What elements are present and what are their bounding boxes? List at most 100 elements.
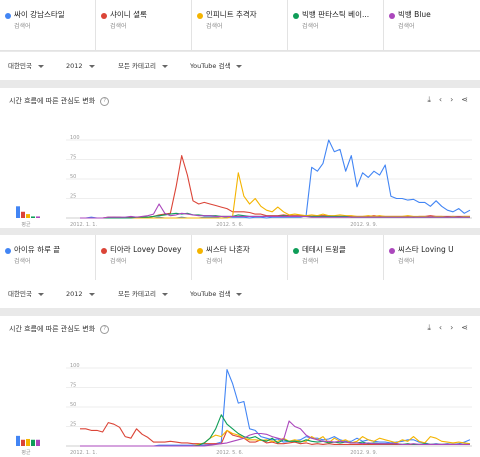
source-select[interactable]: YouTube 검색	[190, 280, 243, 308]
y-tick-label: 75	[70, 383, 76, 389]
chevron-down-icon	[37, 64, 44, 68]
interest-chart: 25 50 75 100 2012. 1. 1. 2012. 5. 6. 2012. 9. …	[16, 363, 472, 456]
average-bar	[31, 216, 35, 218]
term-card[interactable]: 빅뱅 판타스틱 베이... 검색어	[288, 0, 384, 50]
term-card[interactable]: 싸이 강남스타일 검색어	[0, 0, 96, 50]
series-color-dot	[293, 248, 299, 254]
term-name: 샤이니 셜록	[110, 10, 147, 19]
region-select[interactable]: 대한민국	[8, 280, 44, 308]
x-tick-label: 2012. 5. 6.	[216, 222, 243, 228]
term-card[interactable]: 인피니트 추격자 검색어	[192, 0, 288, 50]
interest-chart: 25 50 75 100 2012. 1. 1. 2012. 5. 6. 2012. 9. …	[16, 135, 472, 228]
term-name: 데테시 트윙클	[302, 245, 346, 254]
term-name: 인피니트 추격자	[206, 10, 257, 19]
term-name: 티아라 Lovey Dovey	[110, 245, 182, 254]
term-name: 아이유 하루 끝	[14, 245, 61, 254]
filter-bar-2: 대한민국 2012 모든 카테고리 YouTube 검색	[0, 280, 480, 308]
term-card[interactable]: 샤이니 셜록 검색어	[96, 0, 192, 50]
term-type: 검색어	[110, 258, 127, 265]
chevron-down-icon	[236, 64, 243, 68]
average-bar	[16, 435, 20, 446]
average-bar	[26, 438, 30, 446]
series-line	[80, 369, 471, 447]
year-value: 2012	[66, 290, 83, 298]
year-select[interactable]: 2012	[66, 280, 95, 308]
average-bar	[36, 439, 40, 446]
category-select[interactable]: 모든 카테고리	[118, 280, 168, 308]
term-name: 싸이 강남스타일	[14, 10, 65, 19]
year-select[interactable]: 2012	[66, 52, 95, 80]
term-card[interactable]: 아이유 하루 끝 검색어	[0, 235, 96, 285]
source-select[interactable]: YouTube 검색	[190, 52, 243, 80]
average-label: 평균	[21, 449, 31, 456]
term-type: 검색어	[398, 23, 415, 30]
series-color-dot	[101, 248, 107, 254]
source-value: YouTube 검색	[190, 62, 231, 70]
term-card[interactable]: 씨스타 나혼자 검색어	[192, 235, 288, 285]
y-tick-label: 100	[70, 135, 80, 141]
series-color-dot	[389, 248, 395, 254]
series-line	[80, 155, 470, 219]
category-value: 모든 카테고리	[118, 290, 156, 298]
term-type: 검색어	[206, 23, 223, 30]
chevron-down-icon	[37, 292, 44, 296]
category-select[interactable]: 모든 카테고리	[118, 52, 168, 80]
y-tick-label: 50	[70, 174, 76, 180]
y-tick-label: 50	[70, 402, 76, 408]
chevron-down-icon	[236, 292, 243, 296]
average-bar	[26, 214, 30, 218]
term-card[interactable]: 씨스타 Loving U 검색어	[384, 235, 480, 285]
interest-card-1: 시간 흐름에 따른 관심도 변화? ⤓‹›⋖ 25 50 75 100 2012. 1.…	[0, 88, 480, 228]
average-bar	[16, 206, 20, 218]
term-type: 검색어	[206, 258, 223, 265]
average-label: 평균	[21, 221, 31, 228]
x-tick-label: 2012. 5. 6.	[216, 450, 243, 456]
term-type: 검색어	[302, 258, 319, 265]
filter-bar-1: 대한민국 2012 모든 카테고리 YouTube 검색	[0, 52, 480, 80]
source-value: YouTube 검색	[190, 290, 231, 298]
series-color-dot	[197, 248, 203, 254]
region-select[interactable]: 대한민국	[8, 52, 44, 80]
chevron-down-icon	[88, 64, 95, 68]
x-tick-label: 2012. 9. 9.	[350, 450, 377, 456]
series-line	[80, 420, 470, 447]
x-tick-label: 2012. 1. 1.	[70, 450, 97, 456]
chevron-down-icon	[88, 292, 95, 296]
series-line	[80, 172, 470, 219]
term-bar-2: 아이유 하루 끝 검색어 티아라 Lovey Dovey 검색어 씨스타 나혼자…	[0, 235, 480, 286]
series-color-dot	[389, 13, 395, 19]
average-bar	[21, 211, 25, 218]
y-tick-label: 25	[70, 422, 76, 428]
chevron-down-icon	[161, 292, 168, 296]
category-value: 모든 카테고리	[118, 62, 156, 70]
term-card[interactable]: 빅뱅 Blue 검색어	[384, 0, 480, 50]
average-bar	[21, 439, 25, 446]
term-name: 빅뱅 판타스틱 베이...	[302, 10, 370, 19]
term-card[interactable]: 데테시 트윙클 검색어	[288, 235, 384, 285]
term-name: 씨스타 나혼자	[206, 245, 250, 254]
y-tick-label: 75	[70, 155, 76, 161]
term-bar-1: 싸이 강남스타일 검색어 샤이니 셜록 검색어 인피니트 추격자 검색어 빅뱅 …	[0, 0, 480, 51]
average-bar	[31, 439, 35, 446]
x-tick-label: 2012. 1. 1.	[70, 222, 97, 228]
chevron-down-icon	[161, 64, 168, 68]
series-color-dot	[5, 13, 11, 19]
term-type: 검색어	[14, 23, 31, 30]
term-type: 검색어	[302, 23, 319, 30]
region-value: 대한민국	[8, 62, 32, 70]
series-color-dot	[197, 13, 203, 19]
x-tick-label: 2012. 9. 9.	[350, 222, 377, 228]
year-value: 2012	[66, 62, 83, 70]
term-type: 검색어	[110, 23, 127, 30]
term-type: 검색어	[398, 258, 415, 265]
average-bar	[36, 216, 40, 218]
series-color-dot	[101, 13, 107, 19]
term-type: 검색어	[14, 258, 31, 265]
y-tick-label: 100	[70, 363, 80, 369]
y-tick-label: 25	[70, 194, 76, 200]
series-color-dot	[293, 13, 299, 19]
term-name: 씨스타 Loving U	[398, 245, 454, 254]
term-card[interactable]: 티아라 Lovey Dovey 검색어	[96, 235, 192, 285]
region-value: 대한민국	[8, 290, 32, 298]
interest-card-2: 시간 흐름에 따른 관심도 변화? ⤓‹›⋖ 25 50 75 100 2012. 1.…	[0, 316, 480, 457]
